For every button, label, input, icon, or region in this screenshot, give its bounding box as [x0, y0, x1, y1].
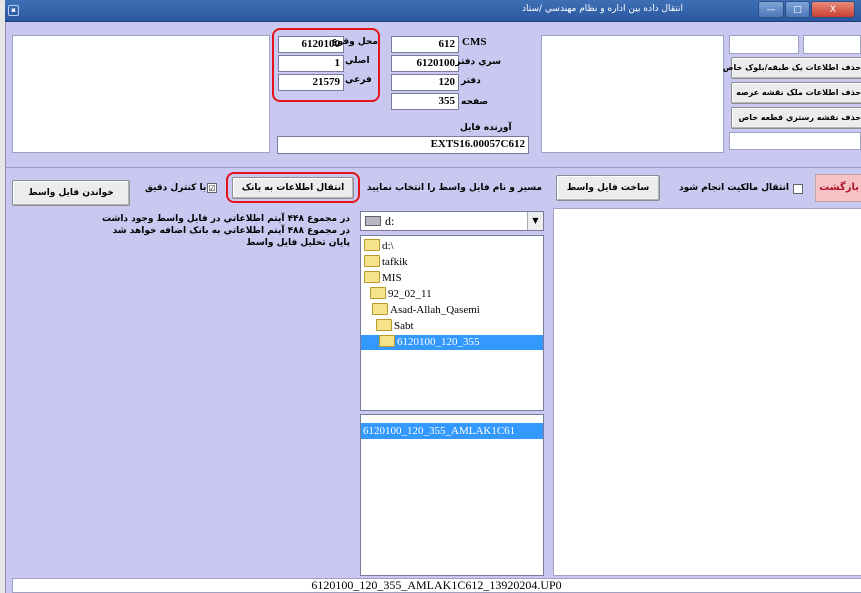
series-field[interactable]: 6120100 [391, 55, 459, 72]
window-title: انتقال داده بين اداره و نظام مهندسي /ستا… [522, 4, 683, 14]
cms-label: CMS [462, 36, 487, 48]
preview-panel [553, 208, 861, 576]
drive-icon [365, 216, 381, 226]
sub-number-label: فرعي [345, 75, 372, 85]
delete-parcel-map-button[interactable]: حذف اطلاعات ملک نقشه عرصه [731, 82, 861, 104]
folder-open-icon [370, 287, 386, 300]
cms-field[interactable]: 612 [391, 36, 459, 53]
ownership-transfer-label[interactable]: انتقال مالکيت انجام شود [669, 183, 789, 193]
info-panel-left [12, 35, 270, 153]
book-field[interactable]: 120 [391, 74, 459, 91]
location-label: محل وقوع [331, 37, 378, 47]
tree-item-6120100-120-355[interactable]: 6120100_120_355 [361, 335, 543, 350]
file-list-item[interactable]: 6120100_120_355_AMLAK1C61 [361, 423, 543, 439]
chevron-down-icon[interactable]: ▼ [527, 212, 543, 230]
tree-item-tafkik[interactable]: tafkik [364, 255, 408, 270]
system-menu-icon[interactable]: ▪ [8, 5, 19, 16]
directory-tree[interactable]: d:\ tafkik MIS 92_02_11 Asad-Allah_Qasem… [360, 235, 544, 411]
file-provider-label: آورنده فايل [460, 123, 512, 133]
small-field-1[interactable] [729, 35, 799, 54]
divider [5, 167, 861, 168]
log-line-3: پايان تحليل فايل واسط [246, 238, 350, 248]
page-field[interactable]: 355 [391, 93, 459, 110]
read-file-button[interactable]: خواندن فايل واسط [12, 180, 130, 206]
drive-value: d: [385, 214, 395, 228]
info-panel-right [541, 35, 724, 153]
precise-check-label[interactable]: با کنترل دقيق [145, 183, 206, 193]
series-label: سري دفتر [455, 57, 501, 67]
delete-raster-map-button[interactable]: حذف نقشه رستري قطعه خاص [731, 107, 861, 129]
tree-item-mis[interactable]: MIS [364, 271, 402, 286]
page-label: صفحه [461, 97, 489, 107]
folder-open-icon [364, 239, 380, 252]
sub-number-field[interactable]: 21579 [278, 74, 344, 91]
close-button[interactable]: X [811, 1, 855, 18]
drive-combobox[interactable]: d: ▼ [360, 211, 544, 231]
main-number-label: اصلي [345, 56, 370, 66]
build-file-button[interactable]: ساخت فايل واسط [556, 175, 660, 201]
log-line-1: در مجموع ۴۴۸ آيتم اطلاعاتي در فايل واسط … [101, 214, 350, 224]
small-field-2[interactable] [803, 35, 861, 54]
ownership-transfer-checkbox[interactable] [793, 184, 803, 194]
log-panel [12, 210, 355, 575]
minimize-button[interactable]: — [758, 1, 784, 18]
folder-open-icon [376, 319, 392, 332]
folder-open-icon [372, 303, 388, 316]
delete-floor-block-button[interactable]: حذف اطلاعات يک طبقه/بلوک خاص [723, 57, 861, 79]
tree-item-92-02-11[interactable]: 92_02_11 [370, 287, 432, 302]
book-label: دفتر [461, 76, 481, 86]
maximize-button[interactable]: □ [785, 1, 810, 18]
folder-open-icon [364, 255, 380, 268]
transfer-to-bank-button[interactable]: انتقال اطلاعات به بانک [232, 177, 354, 199]
back-button[interactable]: بازگشت [815, 174, 861, 202]
folder-open-icon [379, 335, 395, 348]
small-field-3[interactable] [729, 132, 861, 150]
tree-item-root[interactable]: d:\ [364, 239, 394, 254]
tree-item-asad-allah-qasemi[interactable]: Asad-Allah_Qasemi [372, 303, 480, 318]
file-provider-field[interactable]: EXTS16.00057C612 [277, 136, 529, 154]
main-number-field[interactable]: 1 [278, 55, 344, 72]
title-bar[interactable] [5, 0, 861, 22]
file-list[interactable]: 6120100_120_355_AMLAK1C61 [360, 414, 544, 576]
status-filename: 6120100_120_355_AMLAK1C612_13920204.UP0 [311, 578, 562, 592]
log-line-2: در مجموع ۴۸۸ آيتم اطلاعاتي به بانک اضافه… [112, 226, 350, 236]
desktop-edge [0, 0, 5, 593]
folder-open-icon [364, 271, 380, 284]
select-path-label: مسير و نام فايل واسط را انتخاب نماييد [366, 183, 542, 193]
precise-check-checkbox[interactable]: ☑ [207, 183, 217, 193]
tree-item-sabt[interactable]: Sabt [376, 319, 414, 334]
